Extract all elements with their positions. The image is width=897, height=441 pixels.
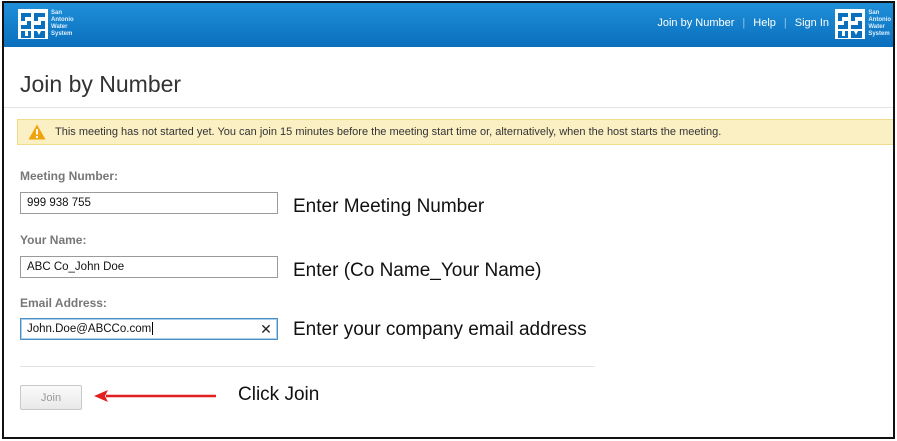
- warning-triangle-icon: [28, 124, 46, 140]
- email-label: Email Address:: [20, 296, 107, 310]
- annotation-join: Click Join: [238, 384, 320, 405]
- brand-line: Antonio: [51, 17, 74, 23]
- meeting-not-started-banner: This meeting has not started yet. You ca…: [17, 119, 893, 145]
- meeting-number-label: Meeting Number:: [20, 169, 119, 183]
- header-nav: Join by Number | Help | Sign In: [657, 17, 829, 29]
- saws-logo-icon: [835, 9, 866, 39]
- brand-line: San: [51, 10, 63, 16]
- brand-text: San Antonio Water System: [51, 10, 74, 38]
- brand-line: System: [51, 31, 73, 37]
- annotation-email: Enter your company email address: [293, 319, 587, 340]
- brand-line: Antonio: [868, 17, 891, 23]
- nav-separator: |: [742, 17, 746, 29]
- screenshot-frame: San Antonio Water System Join by Number …: [2, 1, 895, 439]
- text-caret: [152, 322, 154, 336]
- clear-icon[interactable]: ✕: [258, 319, 274, 339]
- nav-help[interactable]: Help: [753, 17, 776, 29]
- join-button[interactable]: Join: [20, 385, 82, 410]
- annotation-your-name: Enter (Co Name_Your Name): [293, 260, 542, 281]
- nav-separator: |: [783, 17, 787, 29]
- saws-logo-icon: [18, 9, 48, 39]
- email-value: John.Doe@ABCCo.com: [27, 323, 152, 335]
- brand-line: San: [868, 10, 880, 16]
- brand-line: Water: [51, 24, 68, 30]
- brand-line: Water: [868, 24, 885, 30]
- email-input[interactable]: John.Doe@ABCCo.com: [20, 318, 278, 340]
- your-name-label: Your Name:: [20, 233, 87, 247]
- brand-line: System: [868, 31, 890, 37]
- form-divider: [20, 366, 595, 367]
- page-title: Join by Number: [20, 71, 182, 97]
- red-arrow-icon: [94, 390, 216, 402]
- nav-join-by-number[interactable]: Join by Number: [657, 17, 734, 29]
- brand-text: San Antonio Water System: [868, 10, 891, 38]
- header-bar: San Antonio Water System Join by Number …: [4, 3, 893, 47]
- brand-logo-right[interactable]: San Antonio Water System: [835, 9, 891, 39]
- meeting-number-input[interactable]: 999 938 755: [20, 192, 278, 214]
- annotation-meeting-number: Enter Meeting Number: [293, 196, 485, 217]
- brand-logo[interactable]: San Antonio Water System: [18, 9, 74, 39]
- nav-sign-in[interactable]: Sign In: [795, 17, 829, 29]
- title-divider: [4, 107, 893, 108]
- your-name-input[interactable]: ABC Co_John Doe: [20, 256, 278, 278]
- banner-text: This meeting has not started yet. You ca…: [55, 126, 722, 138]
